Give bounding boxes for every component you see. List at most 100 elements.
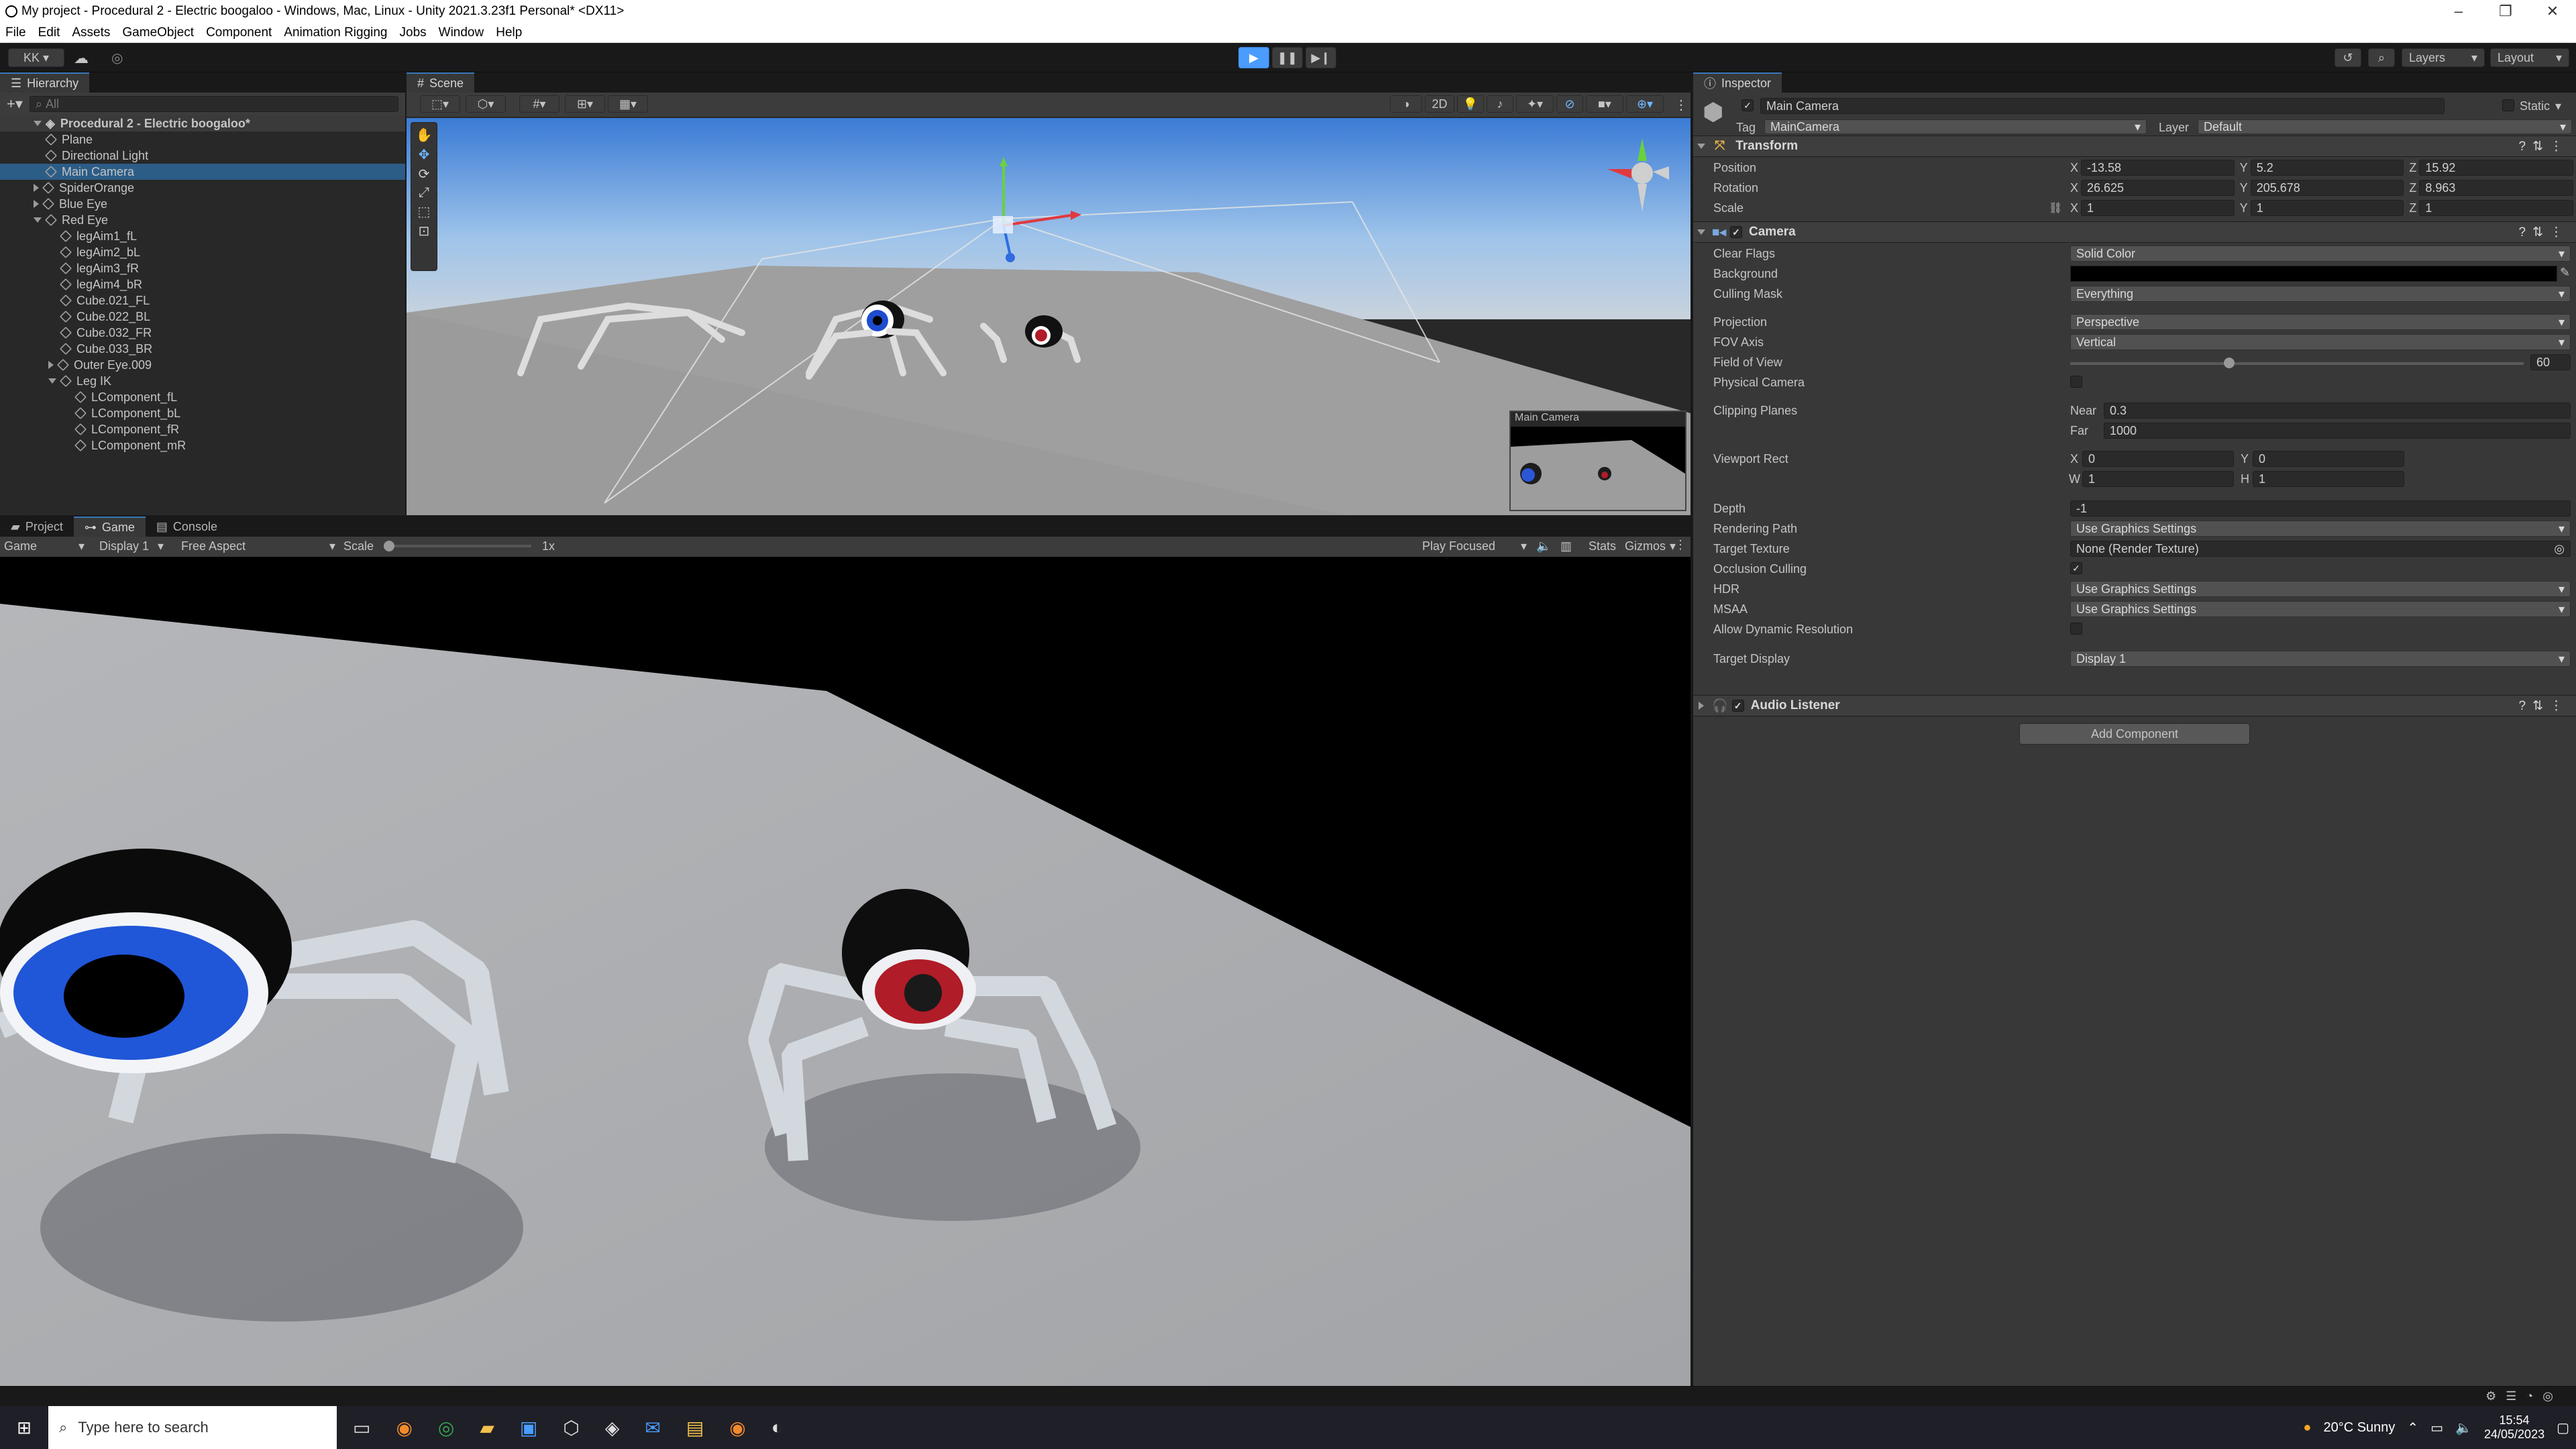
start-windows-icon[interactable]: ⊞ [0, 1406, 48, 1449]
hierarchy-item[interactable]: Plane [0, 131, 405, 148]
notes-app-icon[interactable]: ▤ [686, 1417, 704, 1439]
expand-arrow-icon[interactable] [48, 361, 54, 369]
hierarchy-item[interactable]: Blue Eye [0, 196, 405, 212]
projection-dropdown[interactable]: Perspective ▾ [2070, 314, 2571, 330]
pivot-dropdown[interactable]: ⬡▾ [466, 95, 506, 113]
tab-game[interactable]: ⊶ Game [73, 517, 146, 537]
near-field[interactable]: 0.3 [2104, 402, 2571, 419]
menu-gameobject[interactable]: GameObject [122, 25, 194, 40]
menu-assets[interactable]: Assets [72, 25, 110, 40]
tag-dropdown[interactable]: MainCamera ▾ [1764, 119, 2147, 134]
transform-header[interactable]: ⤧ Transform ?⇅⋮ [1693, 136, 2576, 157]
toggle-2d-button[interactable]: 2D [1425, 95, 1454, 113]
clear-flags-dropdown[interactable]: Solid Color ▾ [2070, 246, 2571, 262]
task-view-icon[interactable]: ▭ [353, 1417, 370, 1439]
display-dropdown[interactable]: Display 1 ▾ [99, 539, 164, 553]
play-button[interactable]: ▶ [1238, 47, 1269, 68]
aspect-dropdown[interactable]: Free Aspect ▾ [181, 539, 335, 553]
weather-text[interactable]: 20°C Sunny [2323, 1420, 2395, 1436]
hierarchy-search-input[interactable]: ⌕ All [29, 96, 398, 112]
scale-y-field[interactable]: 1 [2250, 200, 2404, 216]
grid-visual-dropdown[interactable]: ▦▾ [608, 95, 648, 113]
hierarchy-item[interactable]: LComponent_mR [0, 437, 405, 453]
mute-audio-icon[interactable]: 🔈 [1536, 539, 1551, 553]
scale-slider-track[interactable] [384, 541, 531, 551]
target-texture-field[interactable]: None (Render Texture) ◎ [2070, 541, 2571, 557]
fov-slider-track[interactable] [2070, 358, 2524, 368]
object-picker-icon[interactable]: ◎ [2554, 542, 2565, 556]
expand-arrow-icon[interactable] [34, 184, 39, 192]
rotation-z-field[interactable]: 8.963 [2419, 180, 2574, 196]
expand-arrow-icon[interactable] [34, 217, 42, 223]
foldout-arrow-icon[interactable] [1697, 144, 1705, 149]
shading-mode-icon[interactable]: ◑ [1390, 95, 1422, 113]
transform-tool-icon[interactable]: ⊡ [419, 223, 430, 239]
foldout-arrow-icon[interactable] [1697, 229, 1705, 235]
hdr-dropdown[interactable]: Use Graphics Settings ▾ [2070, 581, 2571, 597]
menu-edit[interactable]: Edit [38, 25, 60, 40]
audio-listener-checkbox[interactable]: ✓ [1731, 700, 1744, 712]
position-x-field[interactable]: -13.58 [2081, 160, 2235, 176]
notifications-icon[interactable]: ▢ [2557, 1419, 2569, 1436]
layer-dropdown[interactable]: Default ▾ [2198, 119, 2572, 134]
fov-field[interactable]: 60 [2530, 354, 2571, 370]
far-field[interactable]: 1000 [2104, 423, 2571, 439]
hierarchy-item[interactable]: Cube.022_BL [0, 309, 405, 325]
hierarchy-item[interactable]: Cube.033_BR [0, 341, 405, 357]
rotation-y-field[interactable]: 205.678 [2250, 180, 2404, 196]
camera-header[interactable]: ■◂ ✓ Camera ?⇅⋮ [1693, 221, 2576, 243]
hierarchy-item[interactable]: legAim3_fR [0, 260, 405, 276]
add-component-button[interactable]: Add Component [2019, 723, 2250, 745]
cloud-icon[interactable]: ☁ [74, 50, 89, 67]
menu-animation-rigging[interactable]: Animation Rigging [284, 25, 387, 40]
scale-x-field[interactable]: 1 [2081, 200, 2235, 216]
tab-project[interactable]: ▰ Project [0, 517, 74, 537]
scene-viewport[interactable]: ✋ ✥ ⟳ ⤢ ⬚ ⊡ Main Camera [407, 118, 1690, 515]
shortcuts-icon[interactable]: ▥ [1560, 539, 1572, 553]
msaa-dropdown[interactable]: Use Graphics Settings ▾ [2070, 601, 2571, 617]
tab-console[interactable]: ▤ Console [146, 517, 228, 537]
static-toggle[interactable]: Static ▾ [2502, 99, 2561, 113]
fov-slider-handle[interactable] [2223, 358, 2235, 368]
step-button[interactable]: ▶❙ [1305, 47, 1336, 68]
hierarchy-item[interactable]: SpiderOrange [0, 180, 405, 196]
link-scale-icon[interactable]: ⛓ [2049, 201, 2062, 215]
effects-dropdown[interactable]: ✦▾ [1516, 95, 1554, 113]
unity-editor-icon[interactable]: ◈ [605, 1417, 620, 1439]
add-icon[interactable]: +▾ [7, 95, 23, 113]
occlusion-culling-checkbox[interactable]: ✓ [2070, 562, 2082, 574]
expand-arrow-icon[interactable] [34, 121, 42, 126]
object-name-field[interactable]: Main Camera [1760, 98, 2445, 114]
stats-button[interactable]: Stats [1589, 539, 1616, 553]
game-view-dropdown[interactable]: Game ▾ [4, 539, 85, 553]
pause-button[interactable]: ❚❚ [1272, 47, 1303, 68]
scale-tool-icon[interactable]: ⤢ [419, 185, 429, 201]
blender-app-icon[interactable]: ◉ [396, 1417, 412, 1439]
clock[interactable]: 15:54 24/05/2023 [2484, 1413, 2544, 1442]
scene-root-row[interactable]: ◈ Procedural 2 - Electric boogaloo* [0, 115, 405, 131]
play-focused-dropdown[interactable]: Play Focused ▾ [1422, 539, 1527, 553]
hierarchy-item[interactable]: Outer Eye.009 [0, 357, 405, 373]
hierarchy-item[interactable]: Leg IK [0, 373, 405, 389]
hierarchy-item[interactable]: Directional Light [0, 148, 405, 164]
tray-chevron-icon[interactable]: ⌃ [2407, 1419, 2418, 1436]
viewport-w-field[interactable]: 1 [2082, 471, 2234, 487]
search-icon[interactable]: ⌕ [2368, 48, 2395, 67]
undo-history-icon[interactable]: ↺ [2334, 48, 2361, 67]
store-app-icon[interactable]: ▣ [520, 1417, 537, 1439]
file-explorer-icon[interactable]: ▰ [480, 1417, 494, 1439]
volume-icon[interactable]: 🔈 [2455, 1419, 2472, 1436]
expand-arrow-icon[interactable] [34, 200, 39, 208]
move-tool-icon[interactable]: ✥ [419, 146, 430, 163]
tab-hierarchy[interactable]: ☰ Hierarchy [0, 72, 90, 93]
eyedropper-icon[interactable]: ✎ [2560, 266, 2570, 280]
viewport-x-field[interactable]: 0 [2082, 451, 2234, 467]
culling-mask-dropdown[interactable]: Everything ▾ [2070, 286, 2571, 302]
position-y-field[interactable]: 5.2 [2250, 160, 2404, 176]
depth-field[interactable]: -1 [2070, 500, 2571, 517]
taskbar-search-input[interactable]: ⌕ Type here to search [48, 1406, 337, 1449]
rotation-x-field[interactable]: 26.625 [2081, 180, 2235, 196]
viewport-h-field[interactable]: 1 [2253, 471, 2404, 487]
gizmos-dropdown[interactable]: ⊕▾ [1626, 95, 1664, 113]
menu-component[interactable]: Component [206, 25, 272, 40]
